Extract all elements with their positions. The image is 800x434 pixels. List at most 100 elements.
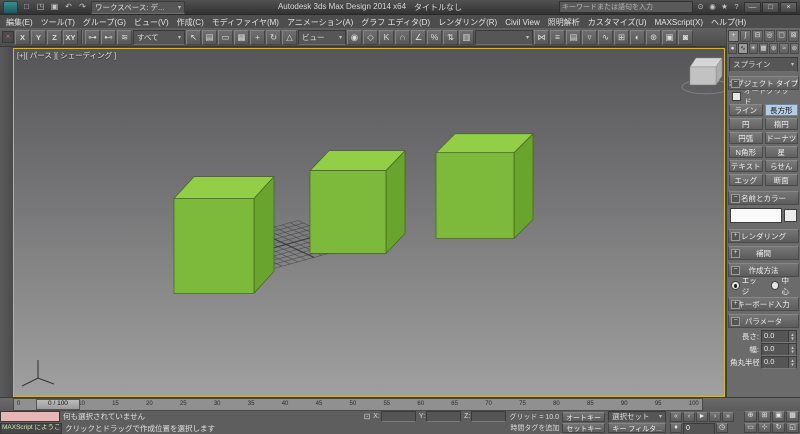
new-scene-icon[interactable]: □: [20, 2, 33, 13]
axis-constraint-button[interactable]: Z: [47, 29, 62, 45]
render-setup-icon[interactable]: ⊛: [646, 29, 661, 45]
current-frame-field[interactable]: 0: [683, 423, 715, 434]
arc-button[interactable]: 円弧: [729, 132, 763, 144]
box-object-3[interactable]: [435, 133, 534, 239]
object-color-swatch[interactable]: [784, 209, 797, 222]
rectangular-region-icon[interactable]: ▭: [218, 29, 233, 45]
menu-item[interactable]: 編集(E): [2, 15, 37, 29]
undo-icon[interactable]: ↶: [62, 2, 75, 13]
circle-button[interactable]: 円: [729, 118, 763, 130]
menu-item[interactable]: Civil View: [501, 15, 544, 29]
maximize-button[interactable]: □: [762, 1, 779, 13]
object-name-input[interactable]: [730, 208, 782, 223]
communication-center-icon[interactable]: ◉: [707, 2, 718, 13]
box-object-1[interactable]: [173, 176, 275, 294]
keyboard-override-icon[interactable]: K: [379, 29, 394, 45]
mirror-icon[interactable]: ⋈: [534, 29, 549, 45]
save-file-icon[interactable]: ▣: [48, 2, 61, 13]
value-spinner[interactable]: 0.0: [761, 330, 797, 343]
axis-constraint-button[interactable]: X: [15, 29, 30, 45]
spinner-snap-icon[interactable]: ⇅: [443, 29, 458, 45]
tab-display[interactable]: ▢: [776, 30, 787, 42]
selection-lock-icon[interactable]: ⊡: [364, 412, 371, 421]
bind-to-space-warp-icon[interactable]: ≋: [117, 29, 132, 45]
time-slider[interactable]: 0 / 100: [36, 399, 80, 410]
category-lights[interactable]: ☀: [748, 43, 758, 54]
selection-filter-dropdown[interactable]: すべて: [133, 29, 185, 45]
go-to-end-icon[interactable]: »: [722, 412, 734, 422]
use-pivot-center-icon[interactable]: ◉: [347, 29, 362, 45]
line-button[interactable]: ライン: [729, 104, 763, 116]
rollout-object-type-header[interactable]: オブジェクト タイプ: [728, 76, 799, 90]
time-configuration-button[interactable]: ◷: [716, 423, 728, 433]
mini-listener[interactable]: MAXScript にようこそ: [0, 422, 62, 434]
rollout-keyboard-entry-header[interactable]: キーボード入力: [728, 297, 799, 311]
orbit-icon[interactable]: ↻: [772, 422, 785, 433]
schematic-view-icon[interactable]: ⊞: [614, 29, 629, 45]
play-icon[interactable]: ►: [696, 412, 708, 422]
select-and-link-icon[interactable]: ⊶: [85, 29, 100, 45]
axis-constraint-button[interactable]: Y: [31, 29, 46, 45]
key-filters-button[interactable]: キー フィルタ...: [608, 423, 666, 433]
menu-item[interactable]: ツール(T): [37, 15, 79, 29]
spinner-icon[interactable]: [788, 344, 796, 355]
section-button[interactable]: 断面: [764, 174, 798, 186]
percent-snap-icon[interactable]: %: [427, 29, 442, 45]
rollout-name-color-header[interactable]: 名前とカラー: [728, 191, 799, 205]
snap-toggle-icon[interactable]: ∩: [395, 29, 410, 45]
angle-snap-icon[interactable]: ∠: [411, 29, 426, 45]
key-mode-toggle[interactable]: ♦: [670, 423, 682, 433]
menu-item[interactable]: 照明解析: [544, 15, 584, 29]
menu-item[interactable]: レンダリング(R): [434, 15, 501, 29]
coordinate-input[interactable]: [426, 411, 462, 422]
ribbon-toggle-icon[interactable]: ▿: [582, 29, 597, 45]
rollout-parameters-header[interactable]: パラメータ: [728, 314, 799, 328]
select-move-icon[interactable]: +: [250, 29, 265, 45]
helix-button[interactable]: らせん: [764, 160, 798, 172]
favorites-icon[interactable]: ★: [719, 2, 730, 13]
category-systems[interactable]: ⊚: [789, 43, 799, 54]
search-icon[interactable]: ⊙: [695, 2, 706, 13]
category-shapes[interactable]: ∿: [738, 43, 748, 54]
viewport[interactable]: [+][ パース ][ シェーディング ]: [13, 48, 725, 397]
rollout-rendering-header[interactable]: レンダリング: [728, 229, 799, 243]
add-time-tag[interactable]: 時間タグを追加: [510, 423, 559, 433]
value-spinner[interactable]: 0.0: [761, 343, 797, 356]
edge-radio[interactable]: エッジ: [731, 275, 764, 297]
menu-item[interactable]: モディファイヤ(M): [208, 15, 283, 29]
help-icon[interactable]: ?: [731, 2, 742, 13]
tab-modify[interactable]: ∫: [740, 30, 751, 42]
category-cameras[interactable]: ▦: [758, 43, 769, 54]
menu-item[interactable]: ビュー(V): [130, 15, 173, 29]
mini-macro-recorder[interactable]: [0, 411, 60, 422]
tab-hierarchy[interactable]: ⊟: [752, 30, 763, 42]
ngon-button[interactable]: N角形: [729, 146, 763, 158]
menu-item[interactable]: 作成(C): [173, 15, 208, 29]
named-sets-icon[interactable]: ▥: [459, 29, 474, 45]
go-to-start-icon[interactable]: «: [670, 412, 682, 422]
rollout-interpolation-header[interactable]: 補間: [728, 246, 799, 260]
open-file-icon[interactable]: ◳: [34, 2, 47, 13]
maximize-viewport-icon[interactable]: ◱: [786, 422, 799, 433]
next-frame-icon[interactable]: ›: [709, 412, 721, 422]
viewport-label[interactable]: [+][ パース ][ シェーディング ]: [17, 50, 116, 61]
time-ruler[interactable]: 0510152025303540455055606570758085909510…: [13, 398, 703, 411]
tab-motion[interactable]: ◎: [764, 30, 775, 42]
rectangle-button[interactable]: 長方形: [764, 104, 798, 116]
viewcube[interactable]: [681, 57, 724, 95]
select-by-name-icon[interactable]: ▤: [202, 29, 217, 45]
zoom-all-icon[interactable]: ⊞: [758, 411, 771, 422]
curve-editor-icon[interactable]: ∿: [598, 29, 613, 45]
center-radio[interactable]: 中心: [770, 275, 796, 297]
infocenter-search-input[interactable]: [559, 1, 693, 13]
app-button[interactable]: [3, 0, 18, 14]
named-selection-sets-dropdown[interactable]: [475, 29, 533, 45]
zoom-extents-icon[interactable]: ▣: [772, 411, 785, 422]
spline-type-dropdown[interactable]: スプライン: [729, 57, 798, 72]
spinner-icon[interactable]: [788, 357, 796, 368]
spinner-icon[interactable]: [788, 331, 796, 342]
align-icon[interactable]: ≡: [550, 29, 565, 45]
set-key-button[interactable]: セットキー: [562, 423, 606, 433]
pan-icon[interactable]: ⊹: [758, 422, 771, 433]
egg-button[interactable]: エッグ: [729, 174, 763, 186]
